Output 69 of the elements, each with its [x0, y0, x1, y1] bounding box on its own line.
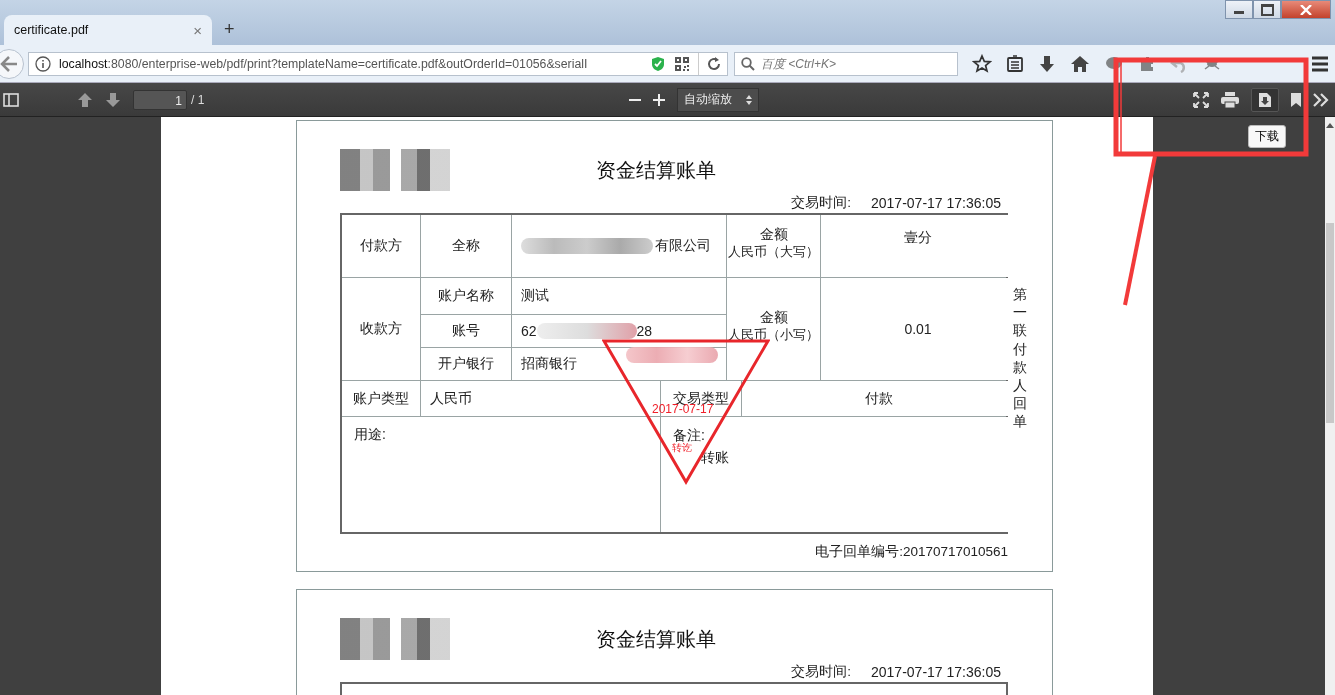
puzzle-icon[interactable] — [1138, 54, 1156, 73]
menu-icon[interactable] — [1311, 55, 1329, 72]
close-icon[interactable]: × — [193, 21, 202, 39]
close-button[interactable] — [1281, 0, 1331, 19]
document-title: 资金结算账单 — [596, 157, 716, 183]
table-cell: 全称 — [452, 237, 480, 255]
close-icon — [1300, 4, 1312, 15]
next-page-icon[interactable] — [105, 91, 121, 108]
time-value: 2017-07-17 17:36:05 — [871, 664, 1001, 680]
zoom-in-icon[interactable] — [653, 93, 665, 106]
table-cell: 人民币（小写） — [728, 326, 819, 344]
zoom-dropdown[interactable]: 自动缩放 — [677, 87, 759, 112]
table-cell: 62 — [521, 323, 537, 339]
table-cell: 壹分 — [904, 229, 932, 247]
download-button[interactable] — [1251, 87, 1279, 112]
shield-icon[interactable] — [650, 55, 666, 72]
table-cell: 招商银行 — [521, 355, 577, 373]
table-cell: 金额 — [759, 225, 788, 244]
table-cell: 用途: — [354, 426, 386, 444]
new-tab-button[interactable]: + — [224, 19, 235, 40]
home-icon[interactable] — [1070, 54, 1090, 73]
table-cell: 28 — [636, 323, 653, 339]
maximize-button[interactable] — [1253, 0, 1281, 19]
table-cell: 收款方 — [360, 320, 402, 338]
table-cell: 付款方 — [360, 237, 402, 255]
url-text: localhost:8080/enterprise-web/pdf/print?templateName=certificate.pdf&outOrderId=01056&serialI — [59, 56, 589, 71]
print-icon[interactable] — [1221, 91, 1239, 108]
time-label: 交易时间: — [791, 663, 851, 681]
table-cell: 测试 — [521, 287, 549, 305]
sidebar-toggle-icon[interactable] — [3, 92, 19, 107]
table-cell: 金额 — [759, 308, 788, 327]
more-tools-icon[interactable] — [1313, 92, 1329, 107]
table-cell: 人民币 — [430, 389, 472, 408]
download-icon — [1258, 91, 1272, 108]
table-cell: 人民币（大写） — [728, 243, 819, 261]
document-title: 资金结算账单 — [596, 626, 716, 652]
table-cell: 有限公司 — [655, 237, 711, 255]
side-label: 第一联付款人回单 — [1013, 285, 1027, 431]
reload-icon[interactable] — [707, 56, 721, 71]
time-label: 交易时间: — [791, 194, 851, 212]
page-number-field[interactable]: 1 — [133, 89, 187, 110]
scrollbar[interactable] — [1325, 117, 1335, 695]
back-button[interactable] — [0, 48, 24, 79]
table-cell: 账户名称 — [438, 287, 494, 305]
address-bar[interactable]: localhost:8080/enterprise-web/pdf/print?templateName=certificate.pdf&outOrderId=01056&serialI — [28, 51, 728, 76]
table-cell: 开户银行 — [438, 355, 494, 373]
info-icon[interactable] — [35, 55, 51, 72]
table-cell: 0.01 — [904, 321, 932, 337]
tab-title: certificate.pdf — [14, 23, 90, 37]
fullscreen-icon[interactable] — [1193, 91, 1209, 108]
download-icon[interactable] — [1038, 54, 1056, 73]
bookmark-icon[interactable] — [1291, 92, 1301, 107]
reading-list-icon[interactable] — [1006, 54, 1024, 73]
search-field[interactable]: 百度 <Ctrl+K> — [734, 51, 958, 76]
table-cell: 账号 — [452, 322, 480, 340]
stamp-text: 转讫 — [672, 443, 692, 453]
minimize-button[interactable] — [1225, 0, 1253, 19]
bookmark-star-icon[interactable] — [972, 53, 992, 74]
table-cell-text: 备注: — [673, 427, 705, 443]
previous-page-icon[interactable] — [77, 91, 93, 108]
caret-icon — [746, 94, 752, 105]
qr-code-icon[interactable] — [674, 55, 690, 72]
table-cell: 付款 — [864, 389, 893, 408]
page-count: / 1 — [191, 92, 205, 107]
serial-number: 电子回单编号:20170717010561 — [815, 543, 1008, 561]
time-value: 2017-07-17 17:36:05 — [871, 195, 1001, 211]
table-cell: 账户类型 — [353, 389, 409, 408]
tooltip: 下载 — [1248, 125, 1286, 148]
browser-tab[interactable]: certificate.pdf × — [4, 15, 212, 45]
